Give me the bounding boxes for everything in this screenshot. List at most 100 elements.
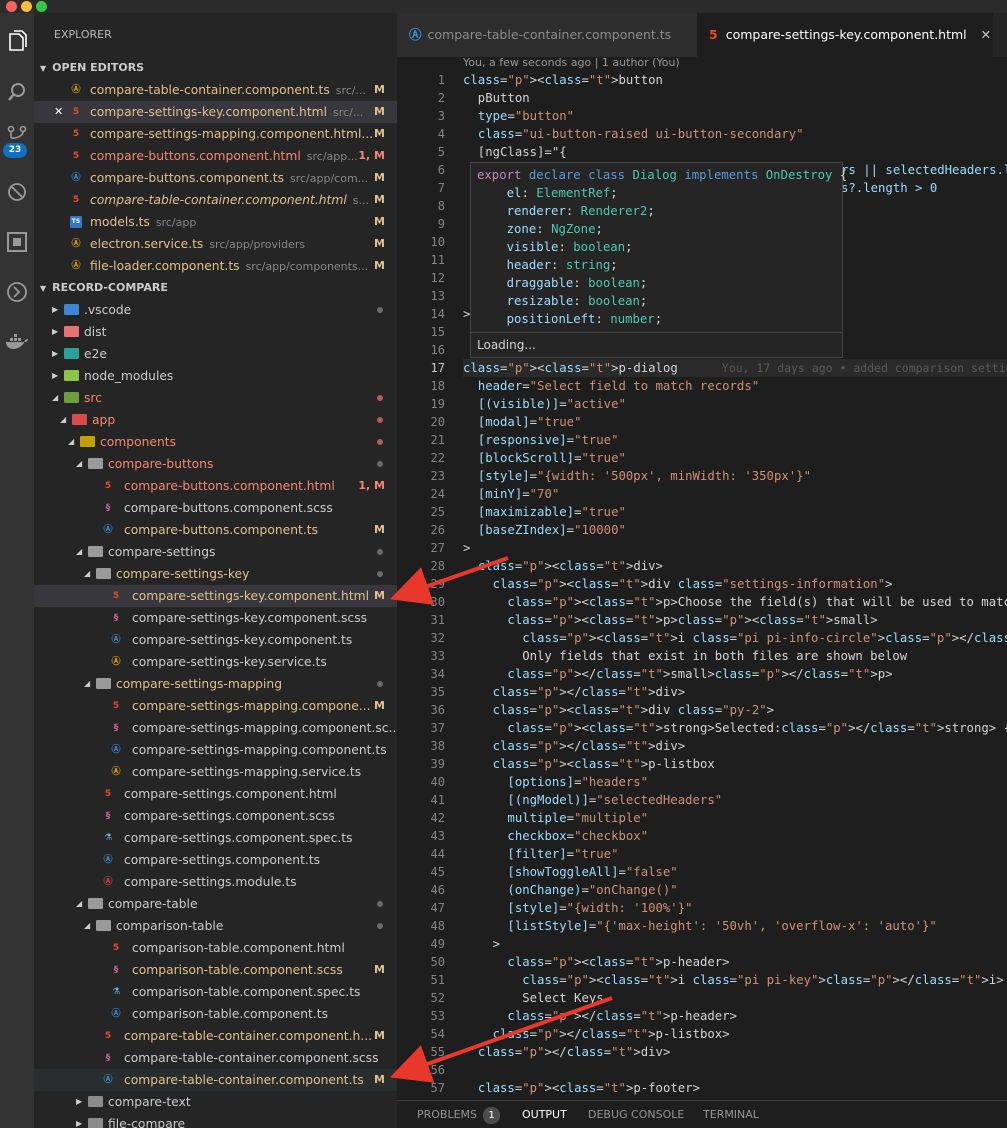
- tab-problems[interactable]: PROBLEMS 1: [417, 1101, 501, 1128]
- file-item[interactable]: ⚗ compare-settings.component.spec.ts: [34, 827, 397, 849]
- folder-item[interactable]: ◢ src: [34, 387, 397, 409]
- docker-icon[interactable]: [0, 323, 34, 361]
- code-line[interactable]: [showToggleAll]="false": [463, 863, 677, 881]
- code-line[interactable]: >: [463, 935, 500, 953]
- file-item[interactable]: 5 compare-settings.component.html: [34, 783, 397, 805]
- file-item[interactable]: Ⓐcompare-settings.module.ts: [34, 871, 397, 893]
- code-line[interactable]: class="p"><class="t">button: [463, 71, 663, 89]
- file-item[interactable]: Ⓐcompare-settings-mapping.service.ts: [34, 761, 397, 783]
- code-line[interactable]: class="p"><class="t">p-dialog You, 17 day…: [463, 359, 1007, 377]
- open-editor-item[interactable]: TS models.ts src/app M: [34, 211, 397, 233]
- code-line[interactable]: [style]="{width: '500px', minWidth: '350…: [463, 467, 811, 485]
- code-line[interactable]: class="p"><class="t">p-footer>: [463, 1079, 700, 1097]
- code-line[interactable]: class="p"><class="t">i class="pi pi-key"…: [463, 971, 1003, 989]
- code-line[interactable]: class="p"><class="t">p>Choose the field(…: [463, 593, 1007, 611]
- open-editor-item[interactable]: ✕ 5 compare-settings-key.component.html src…: [34, 101, 397, 123]
- file-item[interactable]: § compare-settings-mapping.component.sc..…: [34, 717, 397, 739]
- tab-debug-console[interactable]: DEBUG CONSOLE: [588, 1101, 684, 1128]
- file-item[interactable]: Ⓐcompare-settings-key.service.ts: [34, 651, 397, 673]
- code-line[interactable]: class="ui-button-raised ui-button-second…: [463, 125, 804, 143]
- code-line[interactable]: Select Keys: [463, 989, 603, 1007]
- folder-item[interactable]: ◢ compare-settings-mapping: [34, 673, 397, 695]
- code-line[interactable]: [(ngModel)]="selectedHeaders": [463, 791, 722, 809]
- tab-compare-settings-key-html[interactable]: 5 compare-settings-key.component.html ✕: [697, 13, 993, 57]
- file-item[interactable]: 5 compare-buttons.component.html 1, M: [34, 475, 397, 497]
- code-line[interactable]: [responsive]="true": [463, 431, 619, 449]
- close-editor-icon[interactable]: ✕: [54, 101, 63, 123]
- maximize-window-button[interactable]: [36, 1, 47, 12]
- folder-item[interactable]: ◢ components: [34, 431, 397, 453]
- tab-terminal[interactable]: TERMINAL: [703, 1101, 759, 1128]
- code-line[interactable]: class="p"><class="t">i class="pi pi-info…: [463, 629, 1007, 647]
- code-line[interactable]: class="p"></class="t">div>: [463, 683, 686, 701]
- code-line[interactable]: [filter]="true": [463, 845, 618, 863]
- file-item[interactable]: § compare-buttons.component.scss: [34, 497, 397, 519]
- project-header[interactable]: ▼ RECORD-COMPARE: [34, 277, 397, 299]
- code-line[interactable]: [blockScroll]="true": [463, 449, 626, 467]
- file-item[interactable]: Ⓐcompare-buttons.component.ts M: [34, 519, 397, 541]
- file-item[interactable]: Ⓐcompare-settings-mapping.component.ts: [34, 739, 397, 761]
- file-item[interactable]: 5 comparison-table.component.html: [34, 937, 397, 959]
- code-line[interactable]: [listStyle]="{'max-height': '50vh', 'ove…: [463, 917, 936, 935]
- folder-item[interactable]: ◢ comparison-table: [34, 915, 397, 937]
- file-item[interactable]: ⚗ comparison-table.component.spec.ts: [34, 981, 397, 1003]
- minimize-window-button[interactable]: [21, 1, 32, 12]
- code-line[interactable]: class="p"><class="t">div>: [463, 557, 663, 575]
- folder-item[interactable]: ▶ node_modules: [34, 365, 397, 387]
- code-line[interactable]: pButton: [463, 89, 530, 107]
- open-editor-item[interactable]: 5 compare-table-container.component.html s…: [34, 189, 397, 211]
- open-editor-item[interactable]: 5 compare-settings-mapping.component.html…: [34, 123, 397, 145]
- codelens-blame[interactable]: You, a few seconds ago | 1 author (You): [463, 57, 680, 72]
- folder-item[interactable]: ◢ compare-settings-key: [34, 563, 397, 585]
- open-editors-header[interactable]: ▼ OPEN EDITORS: [34, 57, 397, 79]
- folder-item[interactable]: ▶ dist: [34, 321, 397, 343]
- code-line[interactable]: [minY]="70": [463, 485, 559, 503]
- tab-compare-table-container-ts[interactable]: Ⓐcompare-table-container.component.ts: [397, 13, 697, 57]
- code-line[interactable]: class="p"></class="t">div>: [463, 737, 686, 755]
- code-line[interactable]: [style]="{width: '100%'}": [463, 899, 692, 917]
- file-item[interactable]: 5 compare-settings-mapping.compone... M: [34, 695, 397, 717]
- code-line[interactable]: [baseZIndex]="10000": [463, 521, 626, 539]
- code-line[interactable]: checkbox="checkbox": [463, 827, 648, 845]
- tab-output[interactable]: OUTPUT: [522, 1101, 567, 1128]
- close-tab-icon[interactable]: ✕: [981, 27, 991, 42]
- folder-item[interactable]: ◢ app: [34, 409, 397, 431]
- code-line[interactable]: class="p"></class="t">small>class="p"></…: [463, 665, 892, 683]
- code-line[interactable]: class="p"></class="t">div>: [463, 1043, 671, 1061]
- folder-item[interactable]: ▶ e2e: [34, 343, 397, 365]
- file-item[interactable]: § compare-settings-key.component.scss: [34, 607, 397, 629]
- open-editor-item[interactable]: Ⓐcompare-buttons.component.ts src/app/com…: [34, 167, 397, 189]
- folder-item[interactable]: ◢ compare-table: [34, 893, 397, 915]
- code-line[interactable]: [options]="headers": [463, 773, 648, 791]
- code-line[interactable]: (onChange)="onChange()": [463, 881, 677, 899]
- extensions-icon[interactable]: [0, 223, 34, 261]
- folder-item[interactable]: ▶ file-compare: [34, 1113, 397, 1128]
- folder-item[interactable]: ▶ compare-text: [34, 1091, 397, 1113]
- file-item[interactable]: § compare-settings.component.scss: [34, 805, 397, 827]
- code-line[interactable]: class="p"><class="t">strong>Selected:cla…: [463, 719, 1007, 737]
- code-line[interactable]: class="p"><class="t">div class="py-2">: [463, 701, 774, 719]
- open-editor-item[interactable]: Ⓐcompare-table-container.component.ts src…: [34, 79, 397, 101]
- code-line[interactable]: class="p"><class="t">div class="settings…: [463, 575, 893, 593]
- file-item[interactable]: Ⓐcompare-settings.component.ts: [34, 849, 397, 871]
- folder-item[interactable]: ◢ compare-settings: [34, 541, 397, 563]
- file-item[interactable]: Ⓐcompare-settings-key.component.ts: [34, 629, 397, 651]
- code-line[interactable]: [modal]="true": [463, 413, 582, 431]
- file-item[interactable]: Ⓐcomparison-table.component.ts: [34, 1003, 397, 1025]
- code-line[interactable]: [(visible)]="active": [463, 395, 626, 413]
- code-line[interactable]: class="p"><class="t">p-header>: [463, 953, 729, 971]
- code-line[interactable]: [ngClass]="{: [463, 143, 567, 161]
- code-line[interactable]: Only fields that exist in both files are…: [463, 647, 907, 665]
- code-line[interactable]: [maximizable]="true": [463, 503, 626, 521]
- code-line[interactable]: type="button": [463, 107, 574, 125]
- folder-item[interactable]: ◢ compare-buttons: [34, 453, 397, 475]
- files-icon[interactable]: [0, 23, 34, 61]
- remote-icon[interactable]: [0, 273, 34, 311]
- file-item[interactable]: § comparison-table.component.scss M: [34, 959, 397, 981]
- code-line[interactable]: >: [463, 539, 470, 557]
- code-line[interactable]: class="p"><class="t">p>class="p"><class=…: [463, 611, 877, 629]
- folder-item[interactable]: ▶ .vscode: [34, 299, 397, 321]
- code-line[interactable]: class="p"></class="t">p-listbox>: [463, 1025, 730, 1043]
- debug-icon[interactable]: [0, 173, 34, 211]
- open-editor-item[interactable]: 5 compare-buttons.component.html src/app..…: [34, 145, 397, 167]
